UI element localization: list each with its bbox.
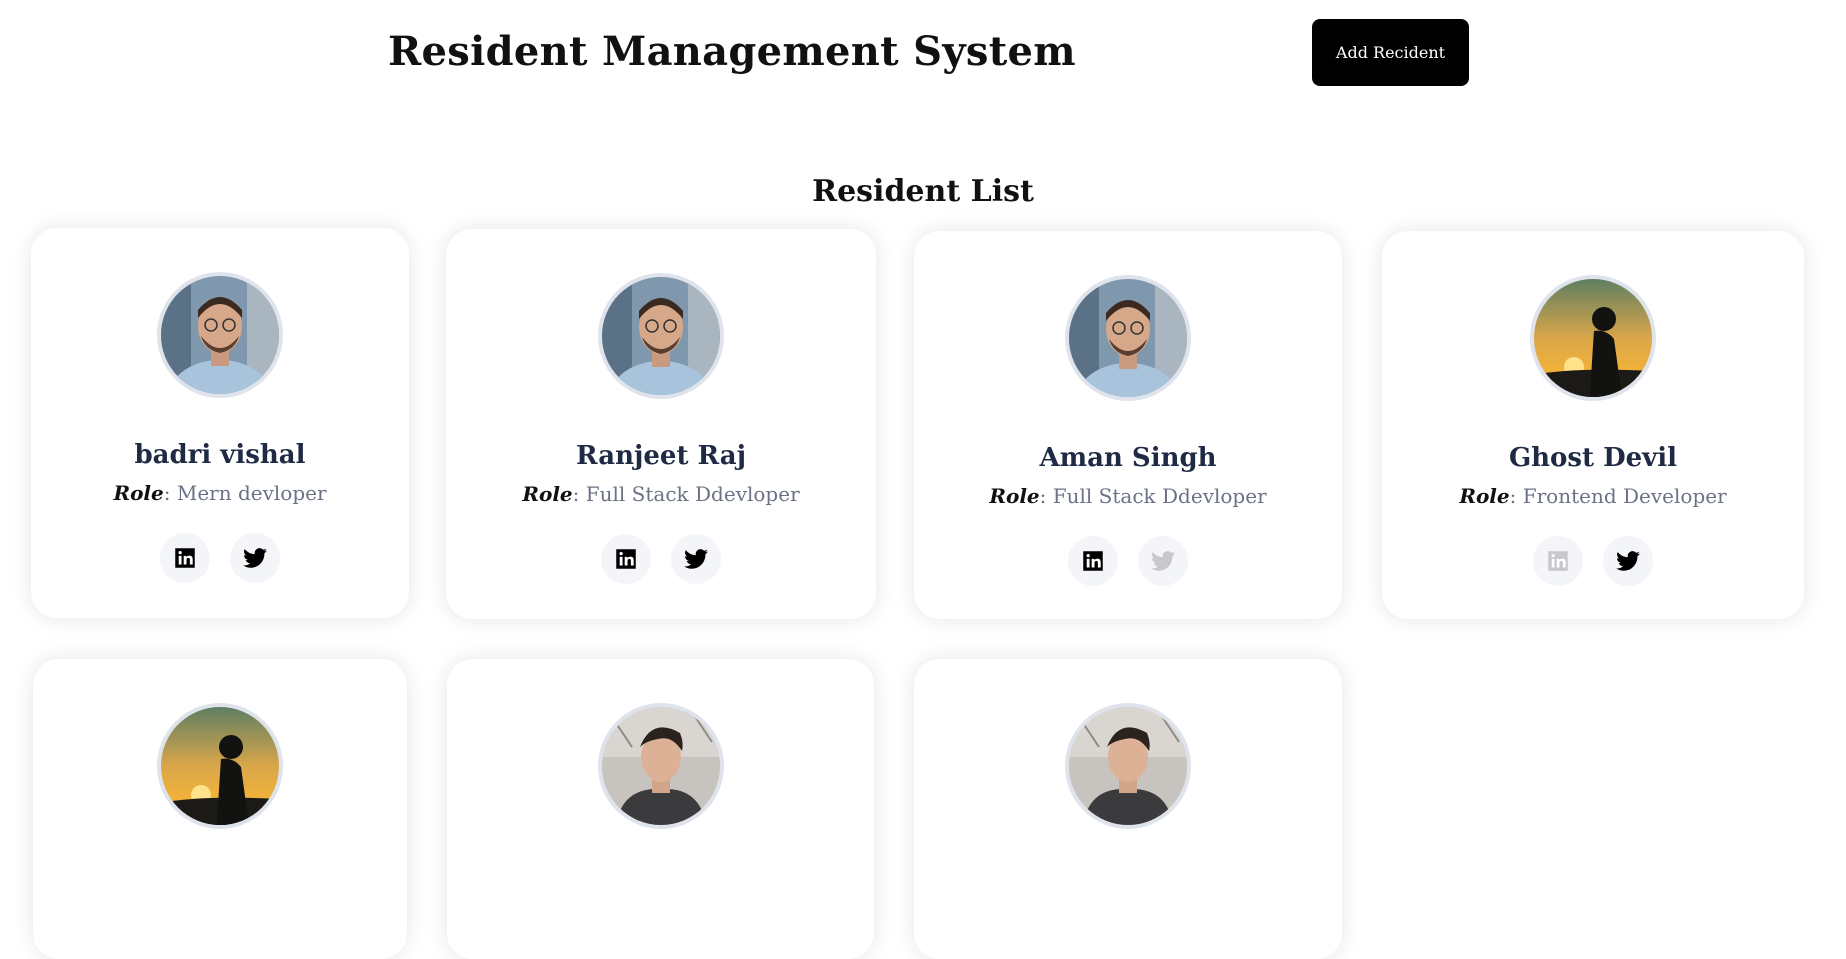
sunset-silhouette-photo-image xyxy=(161,707,279,825)
resident-role: Role: Full Stack Ddevloper xyxy=(522,482,800,506)
twitter-link[interactable] xyxy=(230,533,280,583)
role-value: Frontend Developer xyxy=(1522,484,1727,508)
linkedin-icon xyxy=(175,548,195,568)
resident-grid: badri vishal Role: Mern devloper Ranjeet… xyxy=(0,226,1846,959)
resident-name: Aman Singh xyxy=(1039,443,1217,473)
linkedin-link[interactable] xyxy=(160,533,210,583)
role-label: Role xyxy=(113,481,164,505)
role-value: Full Stack Ddevloper xyxy=(1052,484,1267,508)
role-label: Role xyxy=(522,482,573,506)
social-links xyxy=(446,534,876,584)
resident-card: Ranjeet Raj Role: Full Stack Ddevloper xyxy=(446,229,876,619)
avatar xyxy=(1065,275,1191,401)
man-jacket-photo-image xyxy=(1069,707,1187,825)
resident-card: Ghost Devil Role: Frontend Developer xyxy=(1382,231,1804,619)
social-links xyxy=(1382,536,1804,586)
page-title: Resident Management System xyxy=(388,28,1076,75)
twitter-icon xyxy=(1151,551,1175,571)
resident-card: Aman Singh Role: Full Stack Ddevloper xyxy=(914,231,1342,619)
twitter-link[interactable] xyxy=(671,534,721,584)
linkedin-icon xyxy=(1083,551,1103,571)
resident-card xyxy=(914,659,1342,959)
resident-card: badri vishal Role: Mern devloper xyxy=(31,228,409,618)
twitter-icon xyxy=(243,548,267,568)
avatar xyxy=(1065,703,1191,829)
role-label: Role xyxy=(989,484,1040,508)
role-label: Role xyxy=(1459,484,1510,508)
resident-name: Ghost Devil xyxy=(1508,443,1678,473)
role-value: Mern devloper xyxy=(176,481,327,505)
linkedin-icon xyxy=(1548,551,1568,571)
role-value: Full Stack Ddevloper xyxy=(585,482,800,506)
social-links xyxy=(31,533,409,583)
avatar xyxy=(1530,275,1656,401)
resident-role: Role: Frontend Developer xyxy=(1459,484,1727,508)
resident-list-title: Resident List xyxy=(812,174,1034,209)
avatar xyxy=(157,272,283,398)
add-resident-button[interactable]: Add Recident xyxy=(1312,19,1469,86)
linkedin-icon xyxy=(616,549,636,569)
avatar xyxy=(598,273,724,399)
avatar xyxy=(157,703,283,829)
resident-card xyxy=(33,659,407,959)
resident-role: Role: Mern devloper xyxy=(113,481,327,505)
man-glasses-photo-image xyxy=(602,277,720,395)
app-header: Resident Management System Add Recident xyxy=(0,0,1846,110)
man-glasses-photo-image xyxy=(1069,279,1187,397)
resident-role: Role: Full Stack Ddevloper xyxy=(989,484,1267,508)
twitter-link[interactable] xyxy=(1138,536,1188,586)
twitter-link[interactable] xyxy=(1603,536,1653,586)
resident-name: Ranjeet Raj xyxy=(576,441,746,471)
resident-name: badri vishal xyxy=(134,440,306,470)
twitter-icon xyxy=(1616,551,1640,571)
avatar xyxy=(597,703,724,829)
linkedin-link[interactable] xyxy=(601,534,651,584)
man-glasses-photo-image xyxy=(161,276,279,394)
social-links xyxy=(914,536,1342,586)
man-jacket-photo-image xyxy=(601,707,720,825)
linkedin-link[interactable] xyxy=(1068,536,1118,586)
sunset-silhouette-photo-image xyxy=(1534,279,1652,397)
twitter-icon xyxy=(684,549,708,569)
resident-card xyxy=(447,659,874,959)
linkedin-link[interactable] xyxy=(1533,536,1583,586)
